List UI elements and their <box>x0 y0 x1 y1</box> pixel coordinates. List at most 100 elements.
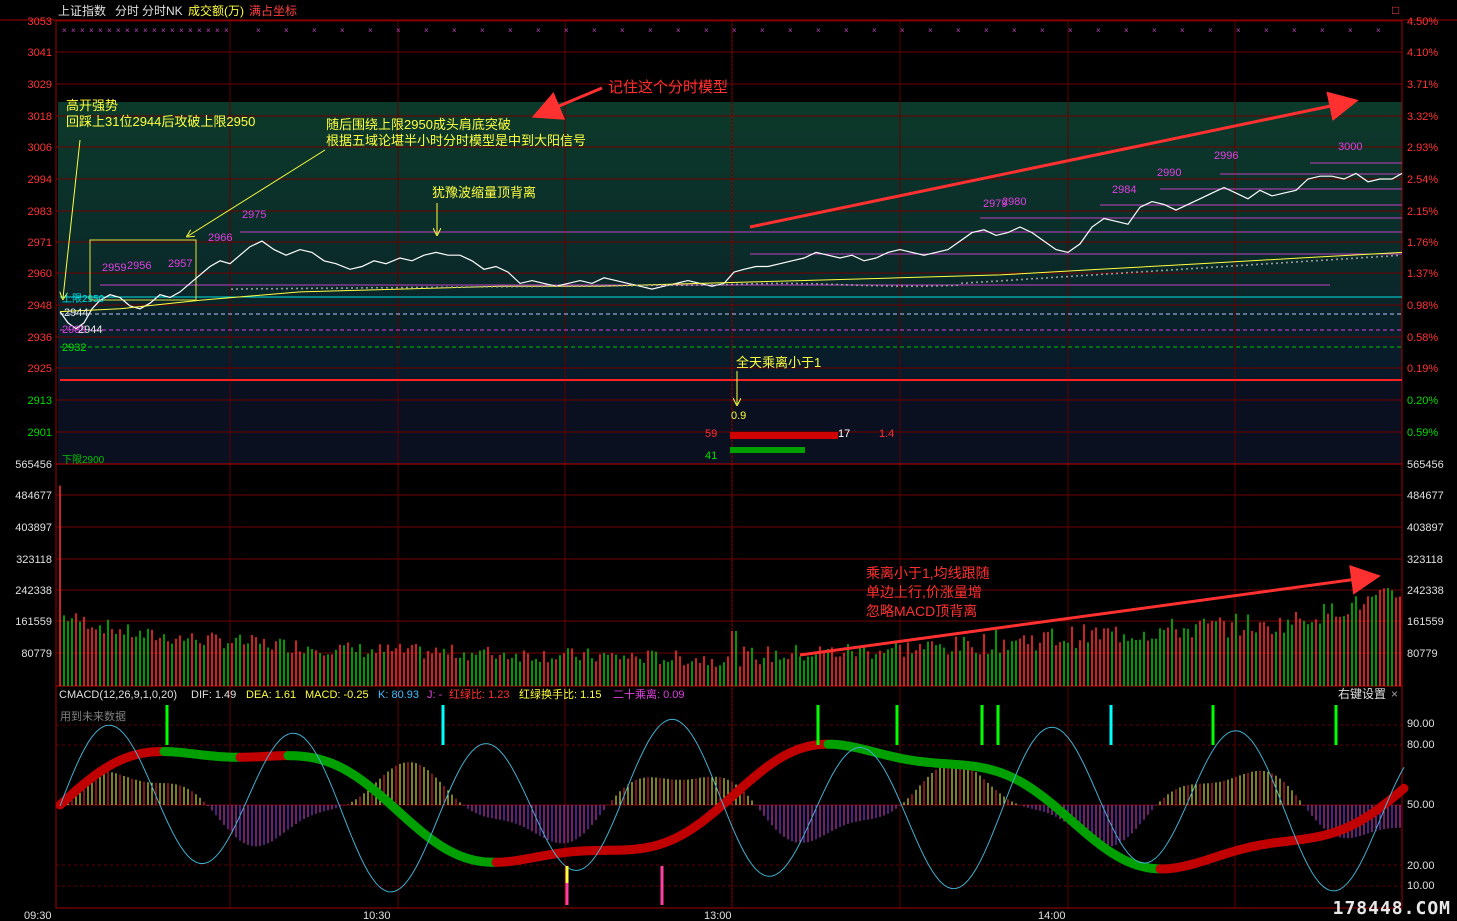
close-icon[interactable]: × <box>1391 687 1398 701</box>
avg-dot <box>906 285 908 288</box>
avg-dot <box>521 285 523 288</box>
avg-dot <box>626 284 628 287</box>
price-label: 3000 <box>1338 141 1362 153</box>
vol-note-2: 单边上行,价涨量增 <box>866 584 982 600</box>
avg-dot <box>1006 279 1008 282</box>
signal-cross: × <box>760 26 765 35</box>
avg-dot <box>976 281 978 284</box>
percent-axis-label: 0.98% <box>1407 300 1438 312</box>
price-axis-label: 2936 <box>28 332 52 344</box>
avg-dot <box>401 286 403 289</box>
red-right-count: 17 <box>838 428 850 440</box>
signal-cross: × <box>1236 26 1241 35</box>
note-remember: 记住这个分时模型 <box>608 79 728 96</box>
avg-dot <box>381 286 383 289</box>
avg-dot <box>1356 257 1358 260</box>
percent-axis-label: 0.59% <box>1407 427 1438 439</box>
avg-dot <box>1171 268 1173 271</box>
avg-dot <box>676 284 678 287</box>
time-axis-label: 10:30 <box>363 910 391 921</box>
signal-cross: × <box>480 26 485 35</box>
price-axis-label: 2948 <box>28 300 52 312</box>
avg-dot <box>256 287 258 290</box>
avg-dot <box>311 287 313 290</box>
full-coord-toggle[interactable]: 满占坐标 <box>249 3 297 18</box>
volume-axis-label: 80779 <box>1407 648 1438 660</box>
price-label: 2975 <box>242 209 266 221</box>
macd-axis-label: 80.00 <box>1407 739 1435 751</box>
avg-dot <box>931 285 933 287</box>
avg-dot <box>1306 260 1308 263</box>
avg-dot <box>1381 255 1383 258</box>
avg-dot <box>366 286 368 289</box>
volume-label[interactable]: 成交额(万) <box>188 3 244 18</box>
avg-dot <box>866 284 868 287</box>
avg-dot <box>341 287 343 290</box>
volume-axis-label: 242338 <box>1407 585 1444 597</box>
avg-dot <box>1206 266 1208 269</box>
avg-dot <box>291 287 293 290</box>
price-axis-label: 2925 <box>28 363 52 375</box>
signal-cross: × <box>1264 26 1269 35</box>
avg-dot <box>306 287 308 290</box>
avg-dot <box>1156 269 1158 272</box>
signal-cross: × <box>1152 26 1157 35</box>
maximize-icon[interactable]: □ <box>1392 3 1399 17</box>
volume-axis-label: 484677 <box>1407 490 1444 502</box>
volume-axis-label: 242338 <box>15 585 52 597</box>
macd-k: K: 80.93 <box>378 689 419 701</box>
intraday-chart[interactable]: × × × × × × × × × × × × × × × × × × × × × × × × × × × × × × × × × × × × × × × ×… <box>0 0 1457 921</box>
avg-dot <box>1286 261 1288 264</box>
avg-dot <box>491 285 493 288</box>
avg-dot <box>541 285 543 288</box>
settings-button[interactable]: 右键设置 <box>1338 686 1386 701</box>
avg-dot <box>271 287 273 290</box>
avg-dot <box>1186 267 1188 270</box>
avg-dot <box>671 284 673 287</box>
ratio-value: 0.9 <box>731 410 746 422</box>
volume-axis-label: 565456 <box>1407 459 1444 471</box>
avg-dot <box>281 287 283 290</box>
signal-cross: × <box>1208 26 1213 35</box>
avg-dot <box>1241 264 1243 267</box>
signal-cross: × <box>107 26 112 35</box>
avg-dot <box>1031 277 1033 280</box>
macd-j: J: - <box>427 689 443 701</box>
avg-dot <box>261 287 263 290</box>
macd-dif: DIF: 1.49 <box>191 689 236 701</box>
signal-cross: × <box>206 26 211 35</box>
time-axis-label: 09:30 <box>24 910 52 921</box>
avg-dot <box>971 281 973 284</box>
price-label: 2984 <box>1112 184 1136 196</box>
avg-dot <box>231 288 233 291</box>
avg-dot <box>316 287 318 290</box>
avg-dot <box>1211 266 1213 269</box>
volume-axis-label: 565456 <box>15 459 52 471</box>
price-label: 2957 <box>168 258 192 270</box>
avg-dot <box>1256 263 1258 266</box>
percent-axis-label: 1.37% <box>1407 268 1438 280</box>
price-label: 2980 <box>1002 196 1026 208</box>
macd-panel: 90.00 80.00 50.00 20.00 10.00 <box>55 705 1435 905</box>
avg-dot <box>816 282 818 285</box>
avg-dot <box>836 283 838 286</box>
avg-dot <box>1146 270 1148 273</box>
avg-dot <box>471 286 473 288</box>
avg-dot <box>751 282 753 285</box>
avg-dot <box>811 282 813 285</box>
index-name[interactable]: 上证指数 <box>58 3 106 18</box>
signal-cross: × <box>592 26 597 35</box>
avg-dot <box>1221 265 1223 268</box>
avg-dot <box>1111 272 1113 275</box>
avg-dot <box>721 283 723 286</box>
avg-dot <box>946 284 948 287</box>
avg-dot <box>1091 274 1093 276</box>
avg-dot <box>1026 278 1028 281</box>
avg-dot <box>1136 271 1138 274</box>
tab-fenshi-nk[interactable]: 分时NK <box>142 4 183 18</box>
macd-title[interactable]: CMACD(12,26,9,1,0,20) <box>59 689 177 701</box>
signal-cross: × <box>125 26 130 35</box>
tab-fenshi[interactable]: 分时 <box>115 4 139 18</box>
macd-axis-label: 10.00 <box>1407 880 1435 892</box>
avg-dot <box>451 286 453 289</box>
